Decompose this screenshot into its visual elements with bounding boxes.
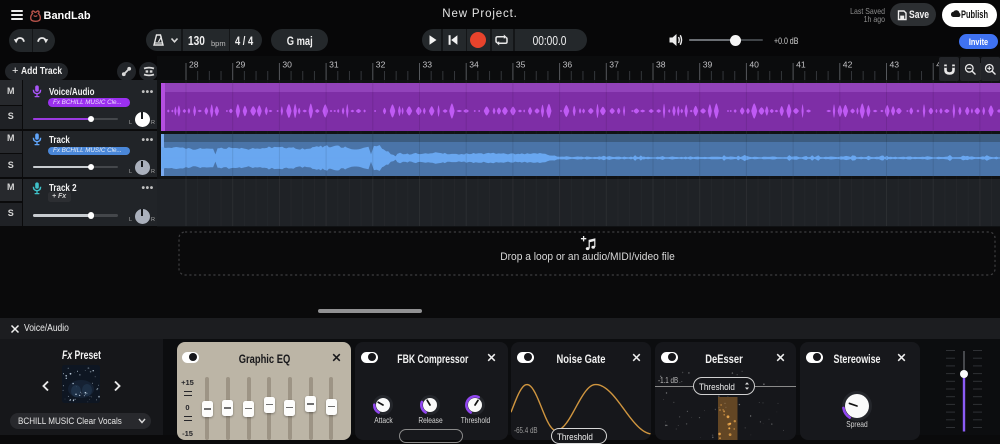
svg-text:43: 43 [890,60,900,70]
svg-text:30: 30 [282,60,292,70]
svg-text:39: 39 [703,60,713,70]
svg-text:29: 29 [236,60,246,70]
svg-text:34: 34 [469,60,479,70]
svg-text:31: 31 [329,60,339,70]
svg-text:41: 41 [796,60,806,70]
svg-text:42: 42 [843,60,853,70]
svg-text:37: 37 [609,60,619,70]
svg-text:33: 33 [423,60,433,70]
svg-text:35: 35 [516,60,526,70]
svg-text:32: 32 [376,60,386,70]
svg-text:28: 28 [189,60,199,70]
svg-text:40: 40 [749,60,759,70]
svg-text:36: 36 [563,60,573,70]
svg-text:38: 38 [656,60,666,70]
